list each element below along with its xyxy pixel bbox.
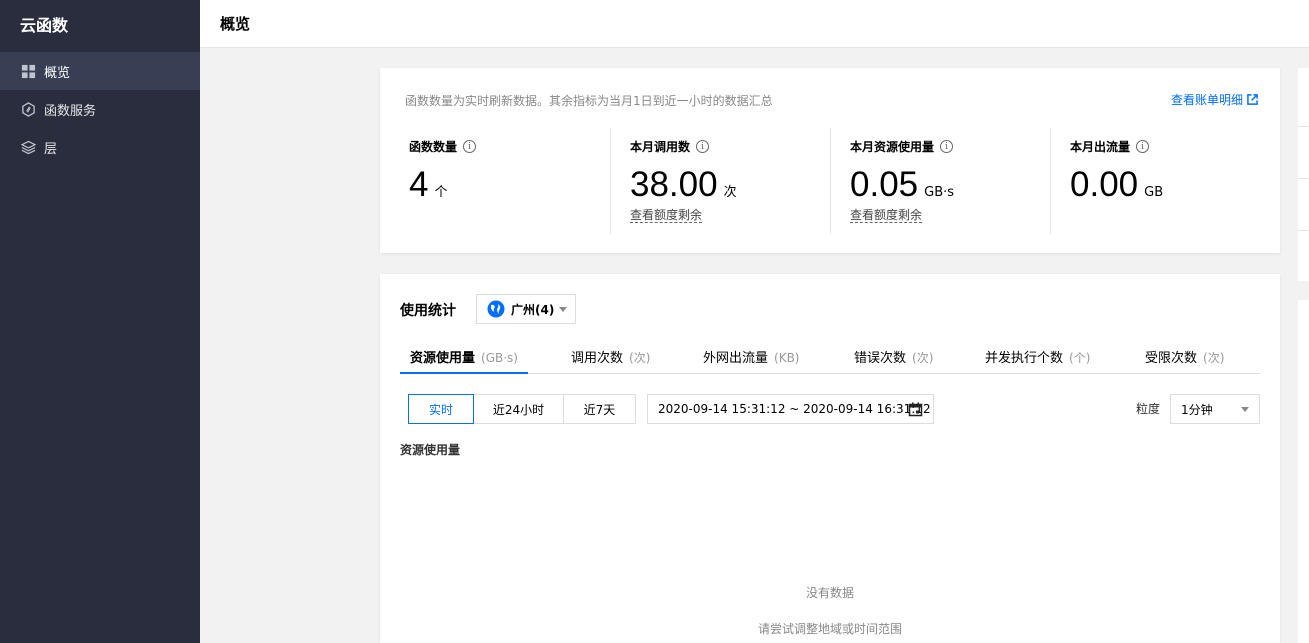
info-icon[interactable]: i — [1136, 140, 1150, 153]
date-range-value: 2020-09-14 15:31:12 ~ 2020-09-14 16:31:1… — [658, 402, 931, 416]
metric-label: 函数数量 — [409, 140, 458, 154]
section-title: 使用统计 — [400, 303, 456, 319]
tab-unit: (KB) — [774, 351, 800, 365]
sidebar-item-layers[interactable]: 层 — [0, 128, 200, 166]
sidebar: 云函数 概览 函数服务 层 — [0, 0, 200, 643]
external-link-icon — [1247, 94, 1258, 105]
view-billing-link[interactable]: 查看账单明细 — [1171, 91, 1258, 108]
metric-function-count: 函数数量 i 4 个 — [390, 128, 610, 234]
billing-link-label: 查看账单明细 — [1170, 93, 1243, 107]
metric-unit: 次 — [723, 185, 737, 200]
granularity-select[interactable]: 1分钟 — [1170, 394, 1260, 424]
tab-label: 外网出流量 — [703, 351, 769, 366]
tab-unit: (次) — [629, 351, 651, 365]
metric-tabs: 资源使用量 (GB·s) 调用次数 (次) 外网出流量 (KB) 错误次数 (次) 并发… — [400, 347, 1260, 374]
page-title: 概览 — [220, 15, 251, 33]
tab-outbound-traffic[interactable]: 外网出流量 (KB) — [693, 347, 809, 374]
info-icon[interactable]: i — [463, 140, 477, 153]
metric-value: 38.00 — [630, 165, 718, 204]
metric-resource-usage: 本月资源使用量 i 0.05 GB·s 查看额度剩余 — [830, 128, 1050, 234]
region-value: 广州(4) — [511, 302, 555, 317]
summary-card: 函数数量为实时刷新数据。其余指标为当月1日到近一小时的数据汇总 查看账单明细 函… — [380, 68, 1280, 253]
metric-label: 本月资源使用量 — [850, 140, 935, 154]
hexagon-icon — [20, 101, 36, 117]
realtime-button[interactable]: 实时 — [408, 394, 474, 424]
globe-icon — [487, 300, 505, 318]
granularity-label: 粒度 — [1136, 402, 1161, 416]
last-24h-button[interactable]: 近24小时 — [473, 394, 564, 424]
tab-label: 资源使用量 — [410, 351, 476, 366]
metric-unit: 个 — [434, 185, 448, 200]
usage-stats-card: 使用统计 广州(4) 资源使用量 (GB·s) 调用次数 (次) 外网出流量 (KB)… — [380, 274, 1280, 643]
metric-value: 0.00 — [1070, 165, 1139, 204]
tab-label: 受限次数 — [1145, 351, 1198, 366]
divider — [1298, 178, 1309, 179]
chevron-down-icon — [1241, 407, 1249, 412]
tab-label: 错误次数 — [854, 351, 907, 366]
chart-title: 资源使用量 — [400, 443, 461, 457]
side-panel-fragment — [1298, 300, 1309, 643]
region-select[interactable]: 广州(4) — [476, 294, 576, 324]
summary-note: 函数数量为实时刷新数据。其余指标为当月1日到近一小时的数据汇总 — [405, 94, 773, 108]
tab-label: 调用次数 — [571, 351, 624, 366]
tab-invocations[interactable]: 调用次数 (次) — [561, 347, 660, 374]
tab-label: 并发执行个数 — [985, 351, 1064, 366]
calendar-icon — [908, 402, 923, 417]
divider — [1298, 230, 1309, 231]
sidebar-item-label: 层 — [44, 141, 58, 157]
date-range-picker[interactable]: 2020-09-14 15:31:12 ~ 2020-09-14 16:31:1… — [647, 394, 934, 424]
tab-throttled[interactable]: 受限次数 (次) — [1135, 347, 1234, 374]
tab-errors[interactable]: 错误次数 (次) — [844, 347, 943, 374]
sidebar-item-overview[interactable]: 概览 — [0, 52, 200, 90]
metric-value: 4 — [409, 165, 429, 204]
time-range-buttons: 实时 近24小时 近7天 — [408, 394, 636, 424]
sidebar-item-functions[interactable]: 函数服务 — [0, 90, 200, 128]
metric-label: 本月出流量 — [1070, 140, 1131, 154]
tab-unit: (次) — [1203, 351, 1225, 365]
granularity-value: 1分钟 — [1181, 402, 1213, 417]
view-quota-link[interactable]: 查看额度剩余 — [850, 208, 923, 223]
tab-concurrency[interactable]: 并发执行个数 (个) — [975, 347, 1100, 374]
info-icon[interactable]: i — [940, 140, 954, 153]
metric-label: 本月调用数 — [630, 140, 691, 154]
metric-unit: GB·s — [924, 185, 955, 200]
chevron-down-icon — [559, 307, 567, 312]
metric-value: 0.05 — [850, 165, 919, 204]
metric-unit: GB — [1144, 185, 1164, 200]
tab-unit: (次) — [912, 351, 934, 365]
page-header: 概览 — [200, 0, 1309, 48]
tab-unit: (GB·s) — [481, 351, 518, 365]
app-brand: 云函数 — [20, 16, 69, 35]
last-7d-button[interactable]: 近7天 — [563, 394, 636, 424]
empty-state-hint: 请尝试调整地域或时间范围 — [757, 622, 902, 636]
tab-unit: (个) — [1069, 351, 1091, 365]
view-quota-link[interactable]: 查看额度剩余 — [630, 208, 703, 223]
sidebar-item-label: 函数服务 — [44, 103, 97, 119]
layers-icon — [20, 139, 36, 155]
grid-icon — [20, 63, 36, 79]
divider — [1298, 126, 1309, 127]
side-panel-fragment — [1298, 68, 1309, 281]
metric-invocations: 本月调用数 i 38.00 次 查看额度剩余 — [610, 128, 830, 234]
info-icon[interactable]: i — [696, 140, 710, 153]
sidebar-item-label: 概览 — [44, 65, 71, 81]
metric-outbound-traffic: 本月出流量 i 0.00 GB — [1050, 128, 1270, 234]
tab-resource-usage[interactable]: 资源使用量 (GB·s) — [400, 347, 528, 374]
empty-state-title: 没有数据 — [805, 586, 854, 600]
